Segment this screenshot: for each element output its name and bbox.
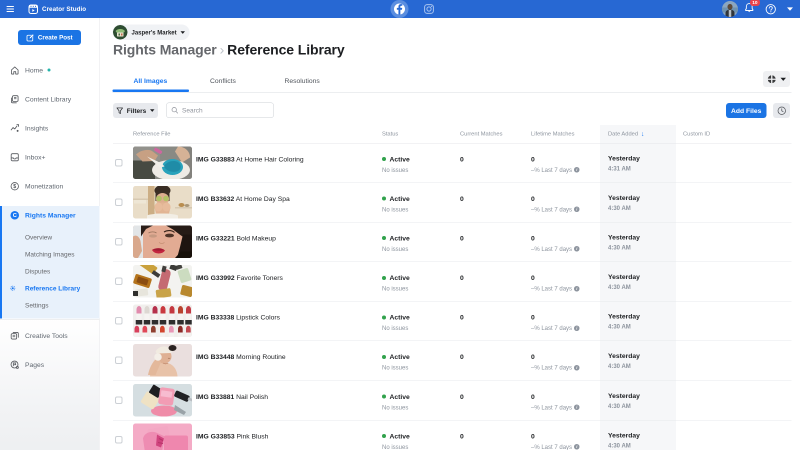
svg-text:$: $	[13, 184, 16, 190]
svg-text:C: C	[13, 213, 17, 219]
